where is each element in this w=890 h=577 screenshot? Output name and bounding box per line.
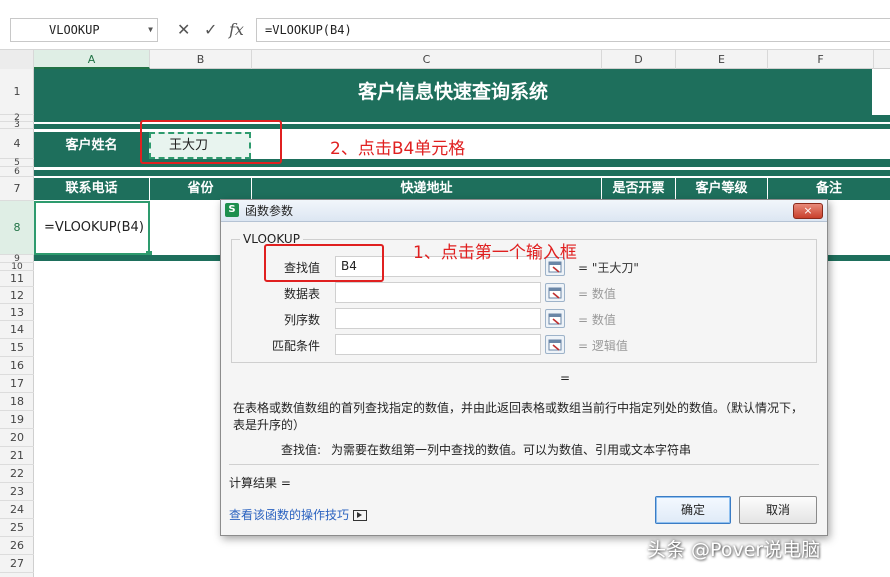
row-header-19[interactable]: 19 <box>0 411 34 429</box>
help-link[interactable]: 查看该函数的操作技巧 <box>229 506 367 523</box>
arg-result-lookup-value: = "王大刀" <box>578 261 639 275</box>
row-header-4[interactable]: 4 <box>0 129 34 159</box>
row-header-23[interactable]: 23 <box>0 483 34 501</box>
header-province[interactable]: 省份 <box>150 178 252 200</box>
row-header-26[interactable]: 26 <box>0 537 34 555</box>
arg-label-col-index: 列序数 <box>283 313 320 327</box>
collapse-range-icon[interactable] <box>545 309 565 328</box>
close-button[interactable]: × <box>793 203 823 219</box>
arg-result-col-index: = 数值 <box>578 313 616 327</box>
row-header-5[interactable]: 5 <box>0 159 34 168</box>
sheet-title[interactable]: 客户信息快速查询系统 <box>34 69 872 115</box>
ok-button[interactable]: 确定 <box>655 496 731 524</box>
row-header-3[interactable]: 3 <box>0 121 34 130</box>
formula-bar: VLOOKUP ▼ ✕ ✓ fx =VLOOKUP(B4) <box>0 0 890 50</box>
name-box[interactable]: VLOOKUP ▼ <box>10 18 158 42</box>
row-header-27[interactable]: 27 <box>0 555 34 573</box>
row-header-7[interactable]: 7 <box>0 177 34 201</box>
row-header-8[interactable]: 8 <box>0 201 34 255</box>
column-headers: A B C D E F <box>0 50 890 69</box>
annotation-step1: 1、点击第一个输入框 <box>413 243 577 263</box>
row-header-16[interactable]: 16 <box>0 357 34 375</box>
row-header-25[interactable]: 25 <box>0 519 34 537</box>
dialog-title-bar[interactable]: S 函数参数 × <box>221 200 827 222</box>
row-header-22[interactable]: 22 <box>0 465 34 483</box>
divider <box>229 464 819 465</box>
chevron-down-icon[interactable]: ▼ <box>148 19 153 41</box>
function-description: 在表格或数值数组的首列查找指定的数值，并由此返回表格或数组当前行中指定列处的数值… <box>233 401 804 415</box>
annotation-box-lookup-input <box>264 244 384 282</box>
check-icon[interactable]: ✓ <box>204 18 217 42</box>
header-notes[interactable]: 备注 <box>768 178 890 200</box>
cell-a8-formula: =VLOOKUP(B4) <box>44 220 144 235</box>
arg-result-table-array: = 数值 <box>578 287 616 301</box>
arg-label-table-array: 数据表 <box>283 287 320 301</box>
row-header-6[interactable]: 6 <box>0 167 34 177</box>
row-header-20[interactable]: 20 <box>0 429 34 447</box>
row-header-24[interactable]: 24 <box>0 501 34 519</box>
arg-input-range-lookup[interactable] <box>335 334 541 355</box>
column-header-e[interactable]: E <box>676 50 768 69</box>
header-invoice[interactable]: 是否开票 <box>602 178 676 200</box>
dialog-title: 函数参数 <box>245 204 294 218</box>
fx-icon[interactable]: fx <box>229 18 244 42</box>
row-headers: 1 2 3 4 5 6 7 8 9 10 11 12 13 14 15 16 1… <box>0 69 34 577</box>
video-icon <box>352 510 367 521</box>
app-logo-icon: S <box>225 203 239 217</box>
close-icon[interactable]: ✕ <box>177 18 190 42</box>
watermark: 头条 @Pover说电脑 <box>647 539 821 561</box>
arg-label-range-lookup: 匹配条件 <box>271 339 320 353</box>
header-level[interactable]: 客户等级 <box>676 178 768 200</box>
customer-name-label[interactable]: 客户姓名 <box>34 132 149 159</box>
arg-help-label: 查找值: <box>281 443 322 457</box>
annotation-box-b4 <box>140 120 282 164</box>
name-box-value: VLOOKUP <box>49 23 100 37</box>
column-header-d[interactable]: D <box>602 50 676 69</box>
arg-help-text: 为需要在数组第一列中查找的数值。可以为数值、引用或文本字符串 <box>331 443 692 457</box>
help-link-text: 查看该函数的操作技巧 <box>229 508 350 522</box>
row-6-band <box>34 170 890 176</box>
row-header-17[interactable]: 17 <box>0 375 34 393</box>
header-phone[interactable]: 联系电话 <box>34 178 150 200</box>
row-header-11[interactable]: 11 <box>0 271 34 287</box>
header-address[interactable]: 快递地址 <box>252 178 602 200</box>
collapse-range-icon[interactable] <box>545 283 565 302</box>
row-header-14[interactable]: 14 <box>0 321 34 339</box>
row-header-12[interactable]: 12 <box>0 287 34 304</box>
arg-result-range-lookup: = 逻辑值 <box>578 339 628 353</box>
column-header-b[interactable]: B <box>150 50 252 69</box>
row-header-21[interactable]: 21 <box>0 447 34 465</box>
calc-result: 计算结果 = <box>229 476 291 490</box>
annotation-step2: 2、点击B4单元格 <box>330 139 466 159</box>
select-all-corner[interactable] <box>0 50 34 69</box>
total-result-eq: = <box>560 371 571 385</box>
column-header-f[interactable]: F <box>768 50 874 69</box>
cancel-button[interactable]: 取消 <box>739 496 817 524</box>
row-header-10[interactable]: 10 <box>0 263 34 272</box>
column-header-c[interactable]: C <box>252 50 602 69</box>
row-header-15[interactable]: 15 <box>0 339 34 357</box>
arg-input-col-index[interactable] <box>335 308 541 329</box>
column-header-a[interactable]: A <box>34 50 150 69</box>
row-header-18[interactable]: 18 <box>0 393 34 411</box>
formula-input[interactable]: =VLOOKUP(B4) <box>256 18 890 42</box>
row-header-13[interactable]: 13 <box>0 304 34 321</box>
arg-input-table-array[interactable] <box>335 282 541 303</box>
collapse-range-icon[interactable] <box>545 335 565 354</box>
row-header-1[interactable]: 1 <box>0 69 34 115</box>
cell-a8[interactable]: =VLOOKUP(B4) <box>34 201 152 257</box>
function-description-cont: 表是升序的） <box>233 418 306 432</box>
